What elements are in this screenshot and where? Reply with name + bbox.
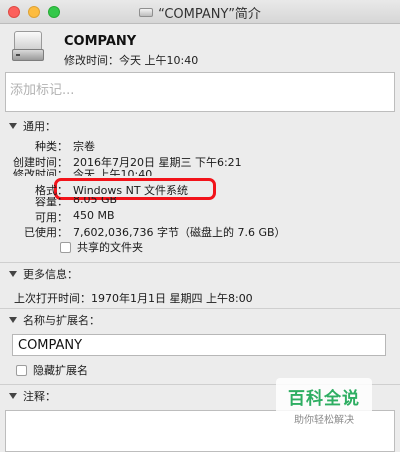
- last-opened-text: 上次打开时间：1970年1月1日 星期四 上午8:00: [14, 292, 253, 305]
- hide-extension-option[interactable]: 隐藏扩展名: [16, 362, 88, 378]
- window-title-wrap: “COMPANY”简介: [0, 0, 400, 24]
- row-value: 宗卷: [73, 140, 95, 153]
- divider: [0, 308, 400, 309]
- disclosure-triangle-icon: [9, 271, 17, 277]
- info-row-used: 已使用： 7,602,036,736 字节（磁盘上的 7.6 GB）: [0, 224, 400, 240]
- more-info-heading: 更多信息：: [23, 268, 78, 281]
- row-key: 格式：: [35, 184, 68, 197]
- watermark-title: 百科全说: [288, 389, 360, 409]
- watermark: 百科全说 助你轻松解决: [276, 378, 372, 426]
- disclosure-triangle-icon: [9, 123, 17, 129]
- info-row-kind: 种类： 宗卷: [0, 138, 400, 154]
- window-title: “COMPANY”简介: [158, 6, 261, 22]
- row-key: 可用：: [35, 211, 68, 224]
- name-ext-section-header[interactable]: 名称与扩展名：: [0, 311, 400, 329]
- info-row-modified: 修改时间： 今天 上午10:40: [0, 166, 400, 176]
- hide-extension-checkbox[interactable]: [16, 364, 27, 376]
- watermark-subtitle: 助你轻松解决: [294, 415, 354, 426]
- tags-field[interactable]: 添加标记...: [5, 72, 395, 112]
- title-bar: “COMPANY”简介: [0, 0, 400, 24]
- more-info-section-header[interactable]: 更多信息：: [0, 265, 400, 283]
- general-heading: 通用：: [23, 120, 56, 133]
- drive-icon: [12, 31, 44, 63]
- name-input[interactable]: COMPANY: [12, 334, 386, 356]
- disclosure-triangle-icon: [9, 393, 17, 399]
- row-value: 今天 上午10:40: [73, 168, 153, 176]
- info-header: COMPANY 修改时间：今天 上午10:40: [0, 24, 400, 68]
- row-key: 已使用：: [24, 226, 68, 239]
- shared-folder-option[interactable]: 共享的文件夹: [60, 239, 143, 255]
- row-value: 8.05 GB: [73, 197, 118, 206]
- drive-small-icon: [139, 6, 154, 18]
- volume-name: COMPANY: [64, 34, 137, 49]
- info-row-format: 格式： Windows NT 文件系统: [0, 182, 400, 198]
- shared-folder-label: 共享的文件夹: [77, 241, 143, 254]
- row-key: 种类：: [35, 140, 68, 153]
- shared-folder-checkbox[interactable]: [60, 241, 71, 253]
- row-value: 450 MB: [73, 209, 115, 222]
- row-value: 7,602,036,736 字节（磁盘上的 7.6 GB）: [73, 226, 286, 239]
- row-key: 容量：: [35, 197, 68, 207]
- info-row-available: 可用： 450 MB: [0, 209, 400, 225]
- comments-heading: 注释：: [23, 390, 56, 403]
- divider: [0, 262, 400, 263]
- hide-extension-label: 隐藏扩展名: [33, 364, 88, 377]
- row-key: 修改时间：: [13, 168, 68, 176]
- modified-summary: 修改时间：今天 上午10:40: [64, 54, 199, 67]
- general-section-header[interactable]: 通用：: [0, 117, 400, 135]
- name-ext-heading: 名称与扩展名：: [23, 314, 100, 327]
- row-value: Windows NT 文件系统: [73, 184, 189, 197]
- info-row-capacity: 容量： 8.05 GB: [0, 197, 400, 207]
- disclosure-triangle-icon: [9, 317, 17, 323]
